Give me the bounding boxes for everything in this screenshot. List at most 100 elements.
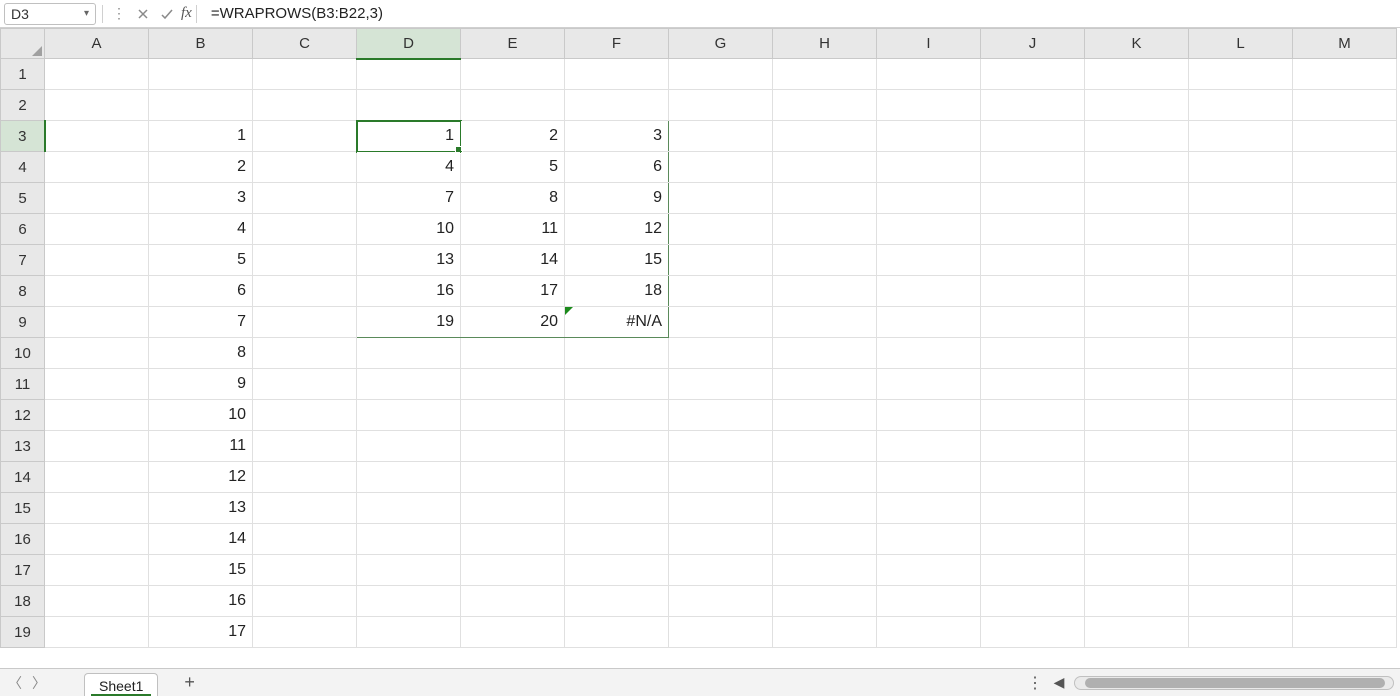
column-header[interactable]: L (1189, 29, 1293, 59)
cell[interactable] (1189, 369, 1293, 400)
cell[interactable]: 7 (357, 183, 461, 214)
row-header[interactable]: 8 (1, 276, 45, 307)
cell[interactable] (773, 369, 877, 400)
cell[interactable]: 17 (461, 276, 565, 307)
row-header[interactable]: 18 (1, 586, 45, 617)
cell[interactable] (1085, 307, 1189, 338)
cell[interactable] (357, 524, 461, 555)
cell[interactable] (877, 462, 981, 493)
cell[interactable] (1085, 152, 1189, 183)
scrollbar-thumb[interactable] (1085, 678, 1385, 688)
cell[interactable] (1293, 524, 1397, 555)
cell[interactable]: 12 (565, 214, 669, 245)
cell[interactable] (565, 586, 669, 617)
cell[interactable]: 4 (149, 214, 253, 245)
cell[interactable] (669, 307, 773, 338)
cell[interactable] (1085, 59, 1189, 90)
cell[interactable] (1189, 307, 1293, 338)
cell[interactable] (1085, 245, 1189, 276)
cell[interactable] (1293, 493, 1397, 524)
cell[interactable] (877, 59, 981, 90)
cell[interactable] (981, 586, 1085, 617)
scroll-left-icon[interactable]: ◀ (1050, 674, 1068, 691)
column-header[interactable]: K (1085, 29, 1189, 59)
cell[interactable] (45, 400, 149, 431)
cell[interactable] (45, 90, 149, 121)
tab-nav-prev-icon[interactable]: 〈 (6, 673, 24, 693)
cell[interactable] (1293, 400, 1397, 431)
cell[interactable] (773, 121, 877, 152)
row-header[interactable]: 13 (1, 431, 45, 462)
cell[interactable] (565, 59, 669, 90)
row-header[interactable]: 9 (1, 307, 45, 338)
cell[interactable]: 14 (149, 524, 253, 555)
cell[interactable]: 19 (357, 307, 461, 338)
cell[interactable] (45, 369, 149, 400)
error-indicator-icon[interactable] (565, 307, 573, 315)
cell[interactable] (565, 493, 669, 524)
cell[interactable] (253, 214, 357, 245)
cell[interactable] (773, 59, 877, 90)
cell[interactable] (357, 90, 461, 121)
cell[interactable] (877, 493, 981, 524)
column-header[interactable]: B (149, 29, 253, 59)
cell[interactable] (773, 183, 877, 214)
cell[interactable] (253, 59, 357, 90)
cell[interactable] (253, 524, 357, 555)
cell[interactable] (877, 214, 981, 245)
cell[interactable] (461, 586, 565, 617)
cell[interactable] (45, 338, 149, 369)
cell[interactable] (877, 245, 981, 276)
cell[interactable] (877, 617, 981, 648)
cell[interactable] (253, 338, 357, 369)
cell[interactable] (981, 338, 1085, 369)
cell[interactable] (1189, 214, 1293, 245)
cell[interactable] (357, 462, 461, 493)
cell[interactable] (45, 617, 149, 648)
column-header[interactable]: G (669, 29, 773, 59)
cell[interactable]: 10 (149, 400, 253, 431)
cell[interactable] (357, 493, 461, 524)
cell[interactable] (253, 462, 357, 493)
cell[interactable] (669, 121, 773, 152)
cell[interactable] (773, 617, 877, 648)
cell[interactable]: 3 (565, 121, 669, 152)
cell[interactable] (565, 462, 669, 493)
select-all-corner[interactable] (1, 29, 45, 59)
column-header[interactable]: E (461, 29, 565, 59)
row-header[interactable]: 11 (1, 369, 45, 400)
column-header[interactable]: F (565, 29, 669, 59)
column-header[interactable]: I (877, 29, 981, 59)
cell[interactable] (1293, 307, 1397, 338)
cell[interactable] (461, 555, 565, 586)
cell[interactable] (357, 617, 461, 648)
cell[interactable] (461, 59, 565, 90)
cell[interactable] (45, 59, 149, 90)
cell[interactable]: 20 (461, 307, 565, 338)
row-header[interactable]: 7 (1, 245, 45, 276)
cell[interactable] (773, 431, 877, 462)
column-header[interactable]: C (253, 29, 357, 59)
cell[interactable]: 6 (565, 152, 669, 183)
row-header[interactable]: 16 (1, 524, 45, 555)
cell[interactable] (1085, 555, 1189, 586)
cell[interactable] (45, 245, 149, 276)
row-header[interactable]: 5 (1, 183, 45, 214)
cell[interactable] (877, 586, 981, 617)
cell[interactable] (669, 462, 773, 493)
cell[interactable] (1085, 524, 1189, 555)
cell[interactable] (669, 555, 773, 586)
cell[interactable] (1293, 245, 1397, 276)
cell[interactable] (357, 555, 461, 586)
cell[interactable] (253, 431, 357, 462)
cell[interactable] (461, 90, 565, 121)
cell[interactable] (253, 493, 357, 524)
cell[interactable] (981, 524, 1085, 555)
cell[interactable]: 11 (461, 214, 565, 245)
cell[interactable] (357, 338, 461, 369)
cell[interactable] (669, 524, 773, 555)
cell[interactable] (253, 152, 357, 183)
cell[interactable] (253, 90, 357, 121)
cell[interactable]: 16 (149, 586, 253, 617)
cell[interactable] (565, 617, 669, 648)
